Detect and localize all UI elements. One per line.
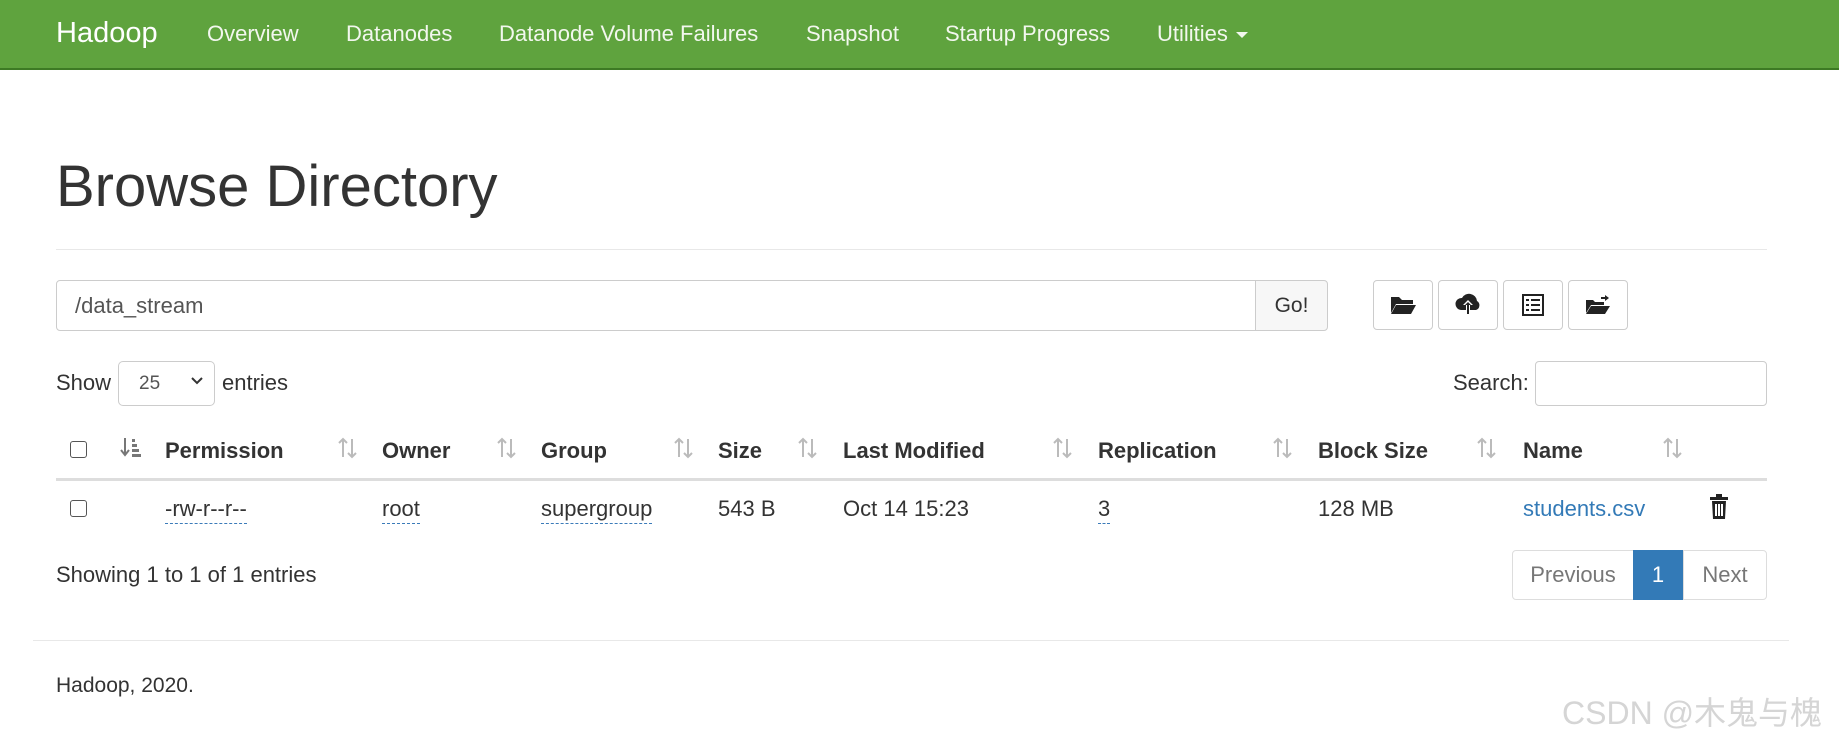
entries-label: entries [222, 370, 289, 395]
footer-divider [33, 640, 1789, 641]
sort-ascending-icon[interactable] [120, 436, 142, 458]
cell-last-modified: Oct 14 15:23 [843, 496, 969, 521]
folder-move-icon [1586, 295, 1610, 314]
sort-both-icon[interactable] [1052, 436, 1074, 460]
go-button[interactable]: Go! [1255, 280, 1328, 331]
table-info-text: Showing 1 to 1 of 1 entries [56, 562, 317, 587]
nav-overview[interactable]: Overview [207, 21, 299, 47]
watermark-text: CSDN @木鬼与槐 [1562, 695, 1823, 731]
cell-block-size: 128 MB [1318, 496, 1394, 521]
row-select-checkbox[interactable] [70, 500, 87, 517]
select-all-checkbox[interactable] [70, 441, 87, 458]
entries-selected-value: 25 [139, 373, 161, 394]
column-header-permission[interactable]: Permission [165, 438, 284, 464]
cell-size: 543 B [718, 496, 776, 521]
caret-down-icon [1235, 32, 1248, 39]
search-label: Search: [1453, 370, 1529, 395]
column-header-last-modified[interactable]: Last Modified [843, 438, 985, 464]
cell-group[interactable]: supergroup [541, 496, 653, 524]
sort-both-icon[interactable] [797, 436, 819, 460]
chevron-down-icon [191, 377, 203, 385]
folder-open-icon [1391, 297, 1416, 314]
nav-utilities-dropdown[interactable]: Utilities [1157, 21, 1248, 47]
show-label: Show [56, 370, 112, 395]
directory-path-input[interactable]: /data_stream [56, 280, 1257, 331]
cell-permission[interactable]: -rw-r--r-- [165, 496, 247, 524]
upload-file-button[interactable] [1438, 280, 1498, 330]
file-name-link[interactable]: students.csv [1523, 496, 1645, 522]
next-page-button[interactable]: Next [1683, 550, 1767, 600]
list-icon [1522, 294, 1544, 316]
nav-startup-progress[interactable]: Startup Progress [945, 21, 1110, 47]
nav-utilities-label: Utilities [1157, 21, 1228, 46]
previous-page-button[interactable]: Previous [1512, 550, 1634, 600]
create-directory-button[interactable] [1373, 280, 1433, 330]
page-title: Browse Directory [56, 154, 498, 219]
column-header-block-size[interactable]: Block Size [1318, 438, 1428, 464]
view-list-button[interactable] [1503, 280, 1563, 330]
search-input[interactable] [1535, 361, 1767, 406]
page-1-button[interactable]: 1 [1633, 550, 1683, 600]
cell-owner[interactable]: root [382, 496, 420, 524]
brand-link[interactable]: Hadoop [56, 17, 158, 50]
move-button[interactable] [1568, 280, 1628, 330]
sort-both-icon[interactable] [673, 436, 695, 460]
sort-both-icon[interactable] [1272, 436, 1294, 460]
sort-both-icon[interactable] [496, 436, 518, 460]
column-header-group[interactable]: Group [541, 438, 607, 464]
footer-text: Hadoop, 2020. [56, 674, 194, 697]
nav-datanodes[interactable]: Datanodes [346, 21, 452, 47]
table-header-divider [56, 478, 1767, 481]
nav-snapshot[interactable]: Snapshot [806, 21, 899, 47]
sort-both-icon[interactable] [337, 436, 359, 460]
column-header-name[interactable]: Name [1523, 438, 1583, 464]
column-header-size[interactable]: Size [718, 438, 762, 464]
trash-icon[interactable] [1708, 494, 1730, 520]
header-divider [56, 249, 1767, 250]
column-header-replication[interactable]: Replication [1098, 438, 1217, 464]
nav-datanode-volume-failures[interactable]: Datanode Volume Failures [499, 21, 758, 47]
column-header-owner[interactable]: Owner [382, 438, 450, 464]
top-navbar: Hadoop Overview Datanodes Datanode Volum… [0, 0, 1839, 70]
sort-both-icon[interactable] [1476, 436, 1498, 460]
entries-per-page-select[interactable]: 25 [118, 361, 215, 406]
sort-both-icon[interactable] [1662, 436, 1684, 460]
cloud-upload-icon [1455, 293, 1480, 314]
cell-replication[interactable]: 3 [1098, 496, 1111, 524]
